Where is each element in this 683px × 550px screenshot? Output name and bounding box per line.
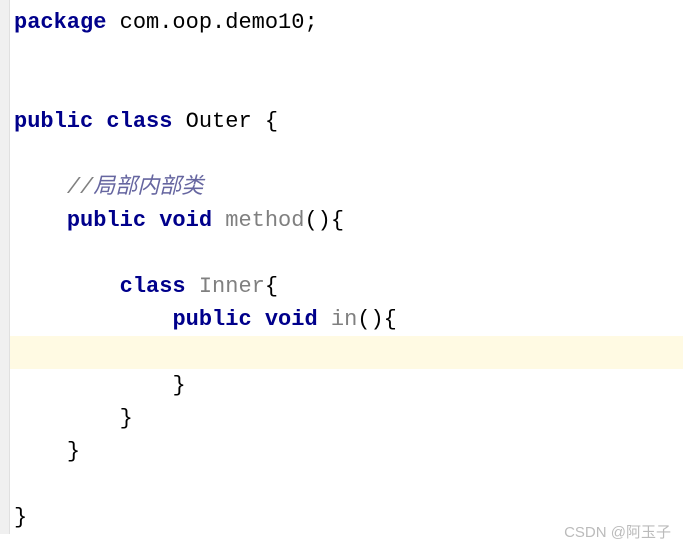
indent	[14, 369, 172, 402]
keyword-class: class	[106, 105, 172, 138]
method-name-in: in	[318, 303, 358, 336]
parens-brace: (){	[357, 303, 397, 336]
comment-slash: //	[67, 171, 93, 204]
keyword-class: class	[120, 270, 186, 303]
code-line-blank[interactable]	[14, 39, 683, 72]
code-line[interactable]: }	[14, 435, 683, 468]
code-line[interactable]: //局部内部类	[14, 171, 683, 204]
parens-brace: (){	[304, 204, 344, 237]
brace-open: {	[265, 270, 278, 303]
code-line[interactable]: package com.oop.demo10;	[14, 6, 683, 39]
code-line[interactable]: class Inner{	[14, 270, 683, 303]
indent	[14, 303, 172, 336]
keyword-void: void	[159, 204, 212, 237]
code-line[interactable]: public class Outer {	[14, 105, 683, 138]
code-line-blank[interactable]	[14, 138, 683, 171]
watermark-text: CSDN @阿玉子	[564, 521, 671, 542]
code-area[interactable]: package com.oop.demo10; public class Out…	[0, 0, 683, 534]
comment-text: 局部内部类	[93, 171, 203, 204]
code-line-highlighted[interactable]	[0, 336, 683, 369]
indent	[14, 204, 67, 237]
brace-close: }	[67, 435, 80, 468]
method-name: method	[212, 204, 304, 237]
package-name: com.oop.demo10;	[106, 6, 317, 39]
keyword-package: package	[14, 6, 106, 39]
indent	[14, 435, 67, 468]
code-editor[interactable]: package com.oop.demo10; public class Out…	[0, 0, 683, 534]
class-name-outer: Outer	[172, 105, 264, 138]
indent	[14, 171, 67, 204]
keyword-public: public	[67, 204, 159, 237]
code-line[interactable]: public void method(){	[14, 204, 683, 237]
indent	[14, 270, 120, 303]
indent	[14, 402, 120, 435]
code-line[interactable]: public void in(){	[14, 303, 683, 336]
brace-close: }	[172, 369, 185, 402]
code-line-blank[interactable]	[14, 468, 683, 501]
code-line-blank[interactable]	[14, 72, 683, 105]
class-name-inner: Inner	[186, 270, 265, 303]
brace-close: }	[120, 402, 133, 435]
code-line[interactable]: }	[14, 402, 683, 435]
code-line-blank[interactable]	[14, 237, 683, 270]
keyword-public: public	[14, 105, 106, 138]
code-line[interactable]: }	[14, 369, 683, 402]
brace-close: }	[14, 501, 27, 534]
keyword-void: void	[265, 303, 318, 336]
editor-gutter	[0, 0, 10, 534]
keyword-public: public	[172, 303, 264, 336]
brace-open: {	[265, 105, 278, 138]
